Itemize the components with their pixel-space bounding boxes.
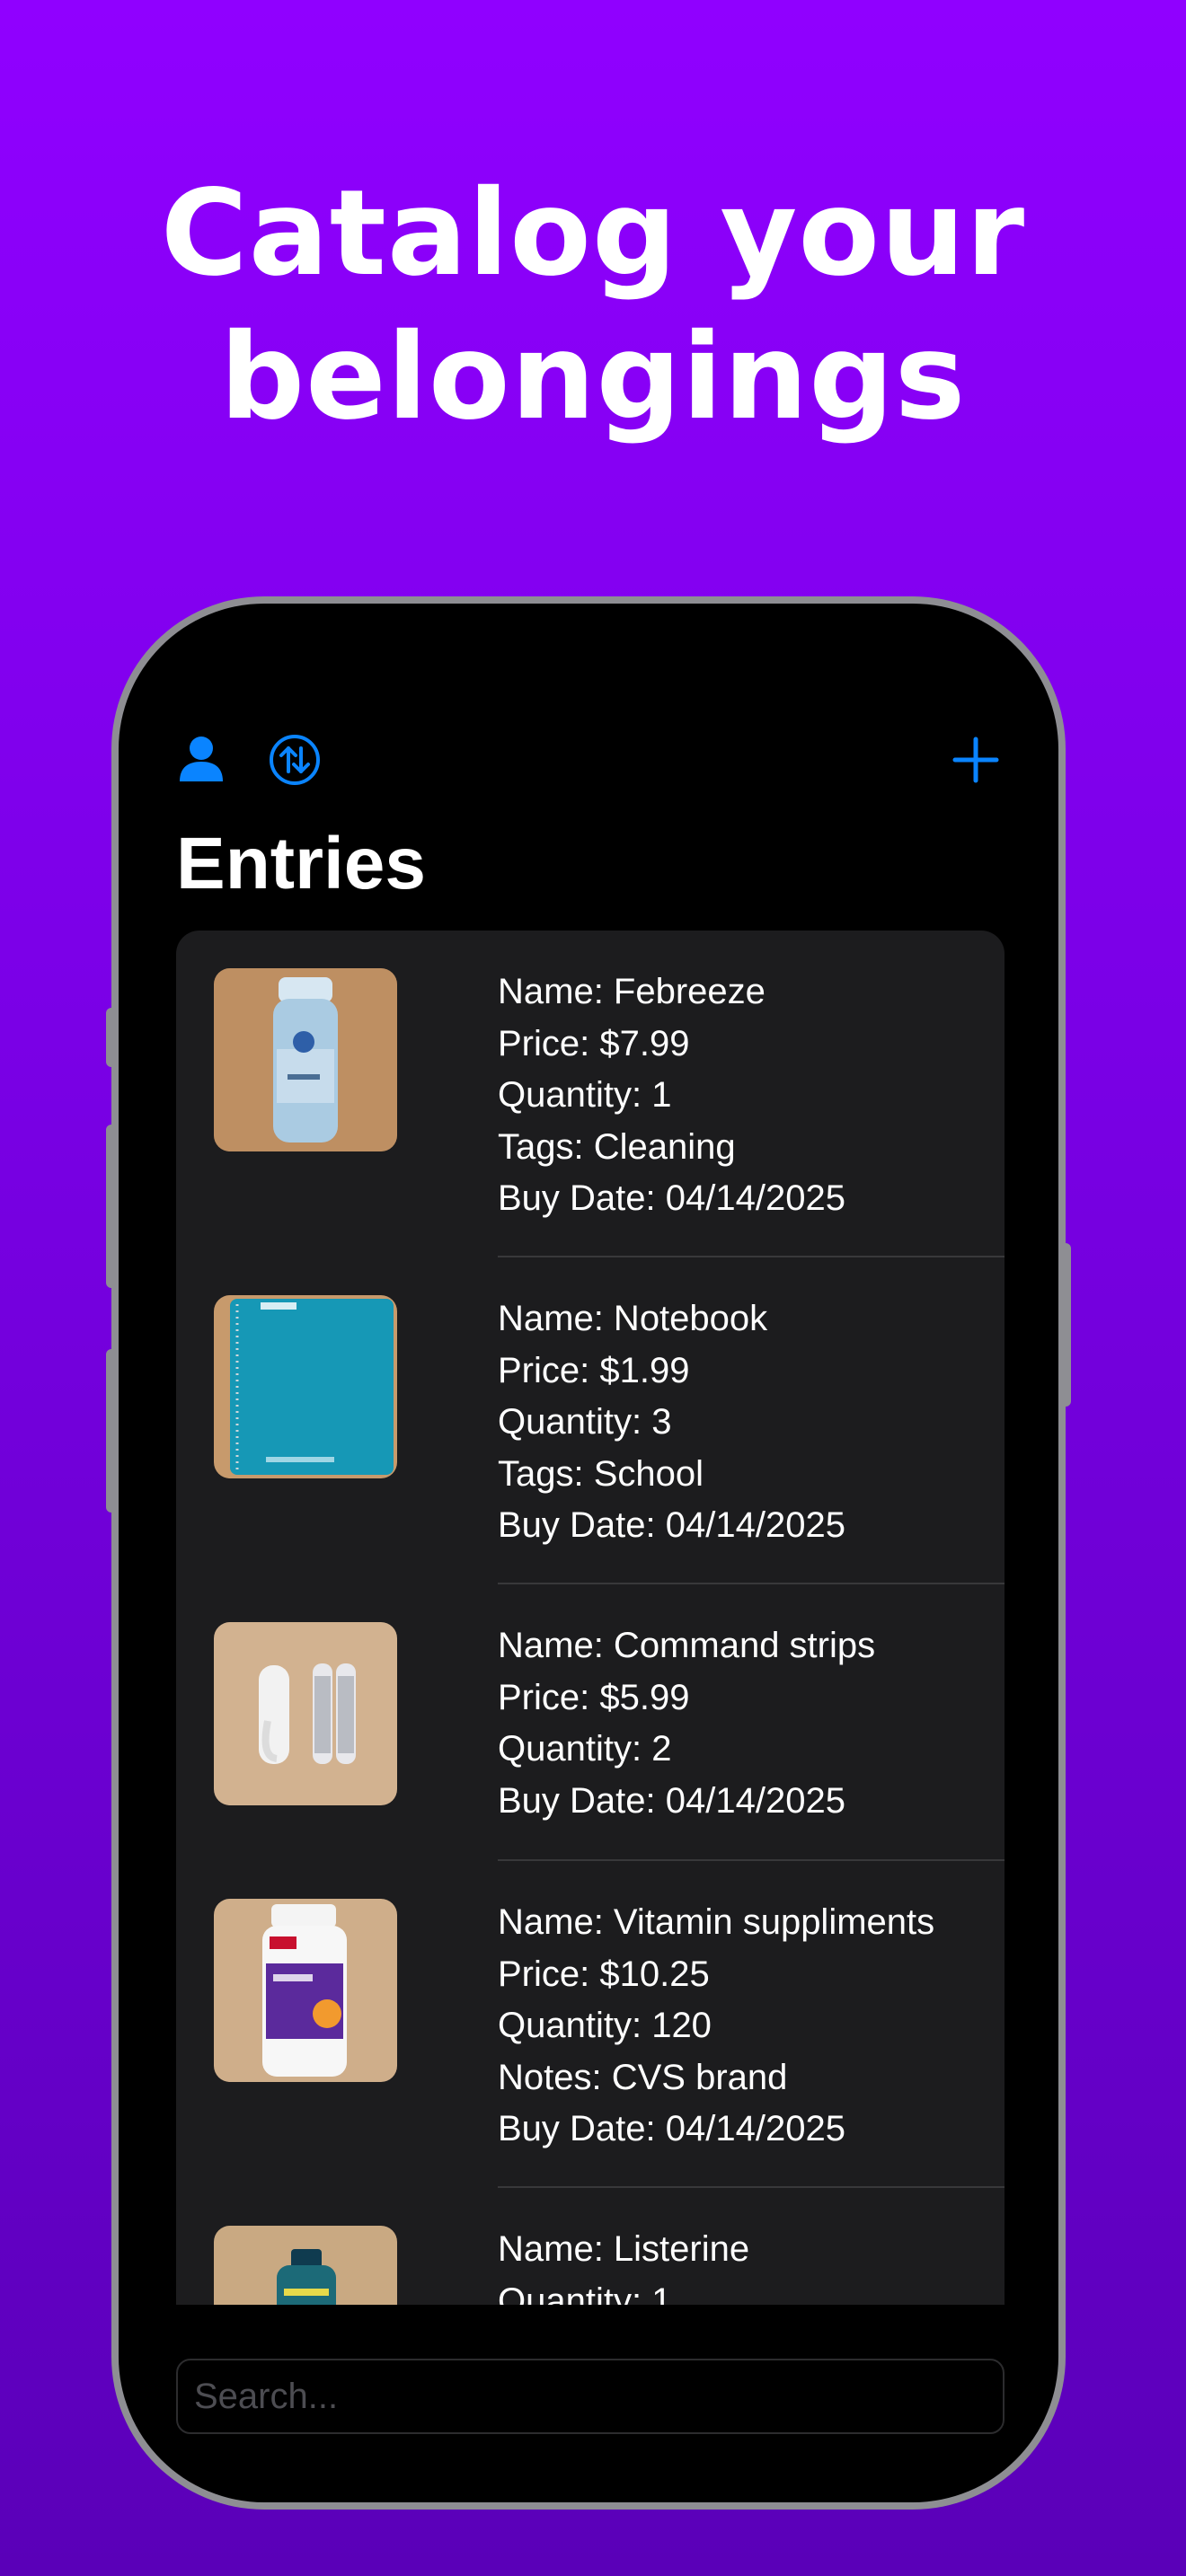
entry-price: Price: $7.99 xyxy=(498,1023,690,1063)
entry-price: Price: $1.99 xyxy=(498,1350,690,1390)
notebook-photo xyxy=(214,1295,397,1478)
entry-price: Price: $10.25 xyxy=(498,1954,710,1994)
list-item[interactable]: Name: Febreeze Price: $7.99 Quantity: 1 … xyxy=(176,931,1005,1257)
entry-notes: Notes: CVS brand xyxy=(498,2057,788,2097)
list-item[interactable]: Name: Listerine Quantity: 1 xyxy=(176,2188,1005,2305)
entry-tags: Tags: Cleaning xyxy=(498,1126,736,1167)
phone-screen: Entries Name: Febreeze Price: $7.99 Quan… xyxy=(119,604,1058,2502)
listerine-photo xyxy=(214,2226,397,2305)
vitamin-bottle-photo xyxy=(214,1899,397,2082)
headline-line-2: belongings xyxy=(219,308,967,446)
headline-line-1: Catalog your xyxy=(160,164,1026,303)
list-item[interactable]: Name: Command strips Price: $5.99 Quanti… xyxy=(176,1584,1005,1861)
entry-buy-date: Buy Date: 04/14/2025 xyxy=(498,1178,845,1219)
febreeze-photo xyxy=(214,968,397,1151)
entry-name: Name: Febreeze xyxy=(498,972,766,1011)
search-input[interactable] xyxy=(176,2359,1005,2434)
entry-buy-date: Buy Date: 04/14/2025 xyxy=(498,2109,845,2149)
page-title: Entries xyxy=(176,823,426,904)
entry-quantity: Quantity: 120 xyxy=(498,2006,712,2046)
list-item[interactable]: Name: Notebook Price: $1.99 Quantity: 3 … xyxy=(176,1257,1005,1584)
list-item[interactable]: Name: Vitamin suppliments Price: $10.25 … xyxy=(176,1861,1005,2188)
entry-quantity: Quantity: 1 xyxy=(498,2280,672,2305)
entry-quantity: Quantity: 1 xyxy=(498,1075,672,1116)
entries-list[interactable]: Name: Febreeze Price: $7.99 Quantity: 1 … xyxy=(176,931,1005,2305)
command-strips-photo xyxy=(214,1622,397,1805)
entry-quantity: Quantity: 2 xyxy=(498,1729,672,1769)
entry-name: Name: Notebook xyxy=(498,1299,768,1338)
entry-buy-date: Buy Date: 04/14/2025 xyxy=(498,1780,845,1821)
entry-name: Name: Command strips xyxy=(498,1626,876,1665)
entry-price: Price: $5.99 xyxy=(498,1677,690,1717)
entry-name: Name: Listerine xyxy=(498,2229,750,2269)
entry-quantity: Quantity: 3 xyxy=(498,1402,672,1442)
entry-buy-date: Buy Date: 04/14/2025 xyxy=(498,1505,845,1546)
headline: Catalog your belongings xyxy=(0,162,1186,449)
person-icon[interactable] xyxy=(178,735,225,783)
entry-name: Name: Vitamin suppliments xyxy=(498,1902,935,1942)
add-icon[interactable] xyxy=(952,737,999,783)
sort-icon[interactable] xyxy=(268,733,322,787)
entry-tags: Tags: School xyxy=(498,1453,704,1494)
